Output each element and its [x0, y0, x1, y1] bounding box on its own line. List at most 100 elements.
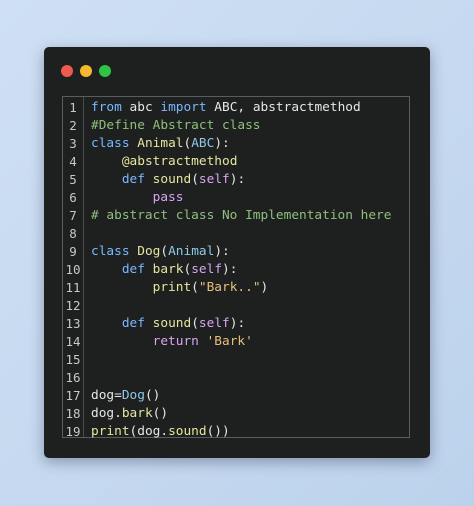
code-text: def sound(self):: [83, 316, 245, 331]
code-token: class: [91, 243, 130, 259]
code-token: ()): [206, 423, 230, 439]
line-number: 3: [69, 135, 77, 151]
line-number: 13: [65, 315, 81, 331]
code-line: 15: [63, 350, 409, 368]
code-token: Animal: [137, 135, 184, 151]
code-line: 1 from abc import ABC, abstractmethod: [63, 98, 409, 116]
line-number: 8: [69, 225, 77, 241]
line-number: 2: [69, 117, 77, 133]
line-number: 16: [65, 369, 81, 385]
code-line: 11 print("Bark.."): [63, 278, 409, 296]
code-line: 14 return 'Bark': [63, 332, 409, 350]
code-token: dog=: [91, 387, 122, 403]
code-token: @abstractmethod: [121, 153, 238, 169]
code-token: (): [144, 387, 161, 403]
code-text: print(dog.sound()): [83, 424, 230, 439]
line-number: 17: [65, 387, 81, 403]
code-token: dog.: [91, 405, 122, 421]
code-text: pass: [83, 189, 184, 205]
line-number: 9: [69, 243, 77, 259]
code-line: 17 dog=Dog(): [63, 386, 409, 404]
code-token: (): [152, 405, 169, 421]
code-line: 7 # abstract class No Implementation here: [63, 206, 409, 224]
code-token: (: [160, 243, 169, 259]
code-token: ):: [229, 171, 246, 187]
code-token: #Define Abstract class: [91, 117, 261, 133]
close-dot-icon[interactable]: [61, 65, 73, 77]
line-number: 11: [65, 279, 81, 295]
code-line: 9 class Dog(Animal):: [63, 242, 409, 260]
code-token: def: [121, 171, 145, 187]
code-token: ABC, abstractmethod: [206, 99, 361, 115]
code-token: sound: [168, 423, 207, 439]
code-token: print: [152, 279, 192, 295]
code-token: def: [121, 315, 145, 331]
code-text: def sound(self):: [83, 172, 245, 187]
code-text: dog.bark(): [83, 406, 168, 421]
code-line: 8: [63, 224, 409, 242]
code-line: 5 def sound(self):: [63, 170, 409, 188]
code-line: 18 dog.bark(): [63, 404, 409, 422]
code-token: pass: [152, 189, 184, 205]
code-line: 10 def bark(self):: [63, 260, 409, 278]
minimize-dot-icon[interactable]: [80, 65, 92, 77]
code-token: abc: [121, 99, 161, 115]
code-token: import: [160, 99, 207, 115]
code-token: ):: [222, 261, 238, 277]
code-text: print("Bark.."): [83, 279, 269, 295]
line-number: 4: [69, 153, 77, 169]
code-token: from: [91, 99, 122, 115]
code-text: class Dog(Animal):: [83, 244, 230, 259]
code-text: @abstractmethod: [83, 153, 238, 169]
code-token: print: [91, 423, 130, 439]
maximize-dot-icon[interactable]: [99, 65, 111, 77]
code-token: Dog: [121, 387, 145, 403]
code-token: (dog.: [129, 423, 169, 439]
code-token: return: [152, 333, 199, 349]
code-token: bark: [121, 405, 153, 421]
code-token: ): [260, 279, 269, 295]
code-line: 2 #Define Abstract class: [63, 116, 409, 134]
code-token: def: [121, 261, 145, 277]
code-token: ):: [214, 135, 230, 151]
code-line: 6 pass: [63, 188, 409, 206]
code-token: (: [191, 279, 199, 295]
line-number: 10: [65, 261, 81, 277]
code-text: dog=Dog(): [83, 388, 160, 403]
line-number: 1: [69, 99, 77, 115]
code-token: Dog: [137, 243, 161, 259]
line-number: 15: [65, 351, 81, 367]
line-number: 18: [65, 405, 81, 421]
code-token: Animal: [168, 243, 215, 259]
code-token: self: [198, 315, 230, 331]
line-number: 19: [65, 423, 81, 439]
code-window: 1 from abc import ABC, abstractmethod 2 #De…: [44, 47, 430, 458]
code-token: class: [91, 135, 130, 151]
code-text: # abstract class No Implementation here: [83, 208, 391, 223]
window-controls: [61, 65, 111, 78]
code-line: 4 @abstractmethod: [63, 152, 409, 170]
code-token: # abstract class No Implementation here: [91, 207, 392, 223]
code-line: 13 def sound(self):: [63, 314, 409, 332]
code-line: 19 print(dog.sound()): [63, 422, 409, 440]
code-text: #Define Abstract class: [83, 118, 261, 133]
code-token: 'Bark': [206, 333, 253, 349]
code-token: sound: [152, 315, 192, 331]
code-token: ):: [229, 315, 246, 331]
code-editor[interactable]: 1 from abc import ABC, abstractmethod 2 #De…: [62, 96, 410, 440]
code-token: bark: [152, 261, 184, 277]
code-token: ):: [214, 243, 230, 259]
code-token: sound: [152, 171, 192, 187]
code-token: self: [198, 171, 230, 187]
code-token: ABC: [191, 135, 215, 151]
